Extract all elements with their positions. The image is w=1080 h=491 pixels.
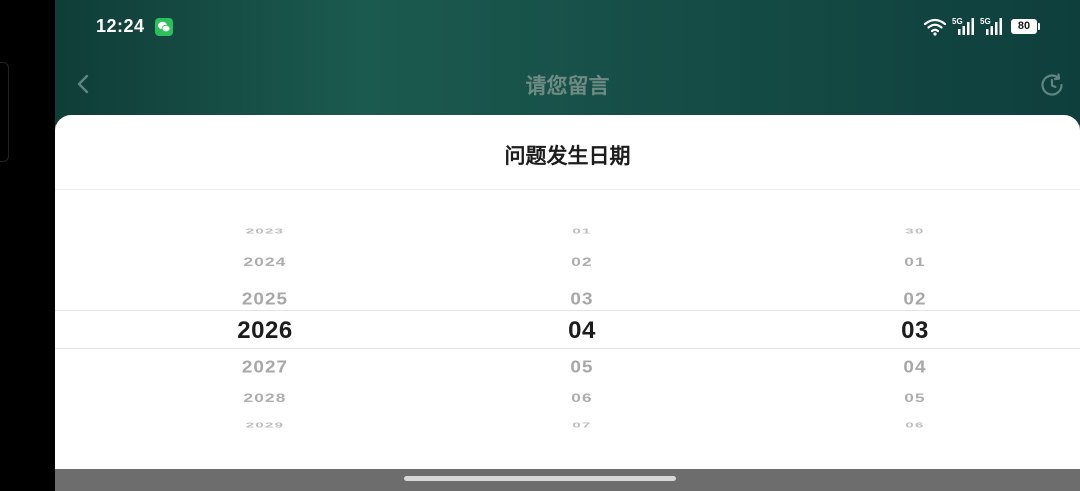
cellular-signal-icon-2: 5G: [980, 17, 1004, 42]
status-time: 12:24: [96, 16, 145, 36]
day-option[interactable]: 30: [790, 227, 1040, 235]
month-option[interactable]: 05: [477, 358, 687, 378]
app: 12:24 5G 5G 80 请您留言 问题发生日期 2023 2024 202…: [55, 0, 1080, 491]
month-option[interactable]: 01: [457, 227, 707, 235]
month-option[interactable]: 03: [477, 290, 687, 310]
date-picker-sheet: 问题发生日期 2023 2024 2025 2026 2027 2028 2029 01 02…: [55, 115, 1080, 471]
month-option[interactable]: 02: [467, 256, 697, 270]
sheet-title: 问题发生日期: [504, 145, 631, 168]
wechat-icon: [155, 18, 173, 36]
year-option[interactable]: 2029: [140, 421, 390, 429]
day-option[interactable]: 04: [810, 358, 1020, 378]
screen: 12:24 5G 5G 80 请您留言 问题发生日期 2023 2024 202…: [0, 0, 1080, 491]
network-type-label: 5G: [952, 17, 963, 26]
day-option[interactable]: 02: [810, 290, 1020, 310]
day-wheel[interactable]: 30 01 02 03 04 05 06: [815, 210, 1015, 445]
year-option[interactable]: 2028: [150, 392, 380, 406]
home-indicator[interactable]: [404, 476, 676, 481]
page-title: 请您留言: [525, 75, 610, 98]
left-bezel: [0, 0, 55, 491]
status-bar: 12:24 5G 5G 80: [55, 0, 1080, 55]
month-wheel[interactable]: 01 02 03 04 05 06 07: [482, 210, 682, 445]
month-option-selected[interactable]: 04: [482, 317, 682, 345]
day-option[interactable]: 05: [800, 392, 1030, 406]
date-wheel-picker[interactable]: 2023 2024 2025 2026 2027 2028 2029 01 02 03 04 05 0…: [55, 210, 1080, 445]
wifi-icon: [923, 18, 947, 41]
sheet-divider: [55, 189, 1080, 190]
day-option-selected[interactable]: 03: [815, 317, 1015, 345]
year-option[interactable]: 2025: [160, 290, 370, 310]
bezel-notch: [0, 62, 9, 162]
year-option[interactable]: 2024: [150, 256, 380, 270]
clock-history-icon[interactable]: [1039, 72, 1065, 98]
year-option[interactable]: 2023: [140, 227, 390, 235]
battery-icon: 80: [1011, 19, 1040, 34]
cellular-signal-icon: 5G: [952, 17, 976, 42]
month-option[interactable]: 07: [457, 421, 707, 429]
battery-level: 80: [1017, 20, 1031, 32]
day-option[interactable]: 01: [800, 256, 1030, 270]
day-option[interactable]: 06: [790, 421, 1040, 429]
nav-bar: 请您留言: [55, 60, 1080, 110]
year-wheel[interactable]: 2023 2024 2025 2026 2027 2028 2029: [165, 210, 365, 445]
month-option[interactable]: 06: [467, 392, 697, 406]
year-option[interactable]: 2027: [160, 358, 370, 378]
network-type-label-2: 5G: [980, 17, 991, 26]
year-option-selected[interactable]: 2026: [165, 317, 365, 345]
navigation-bar: [55, 469, 1080, 491]
